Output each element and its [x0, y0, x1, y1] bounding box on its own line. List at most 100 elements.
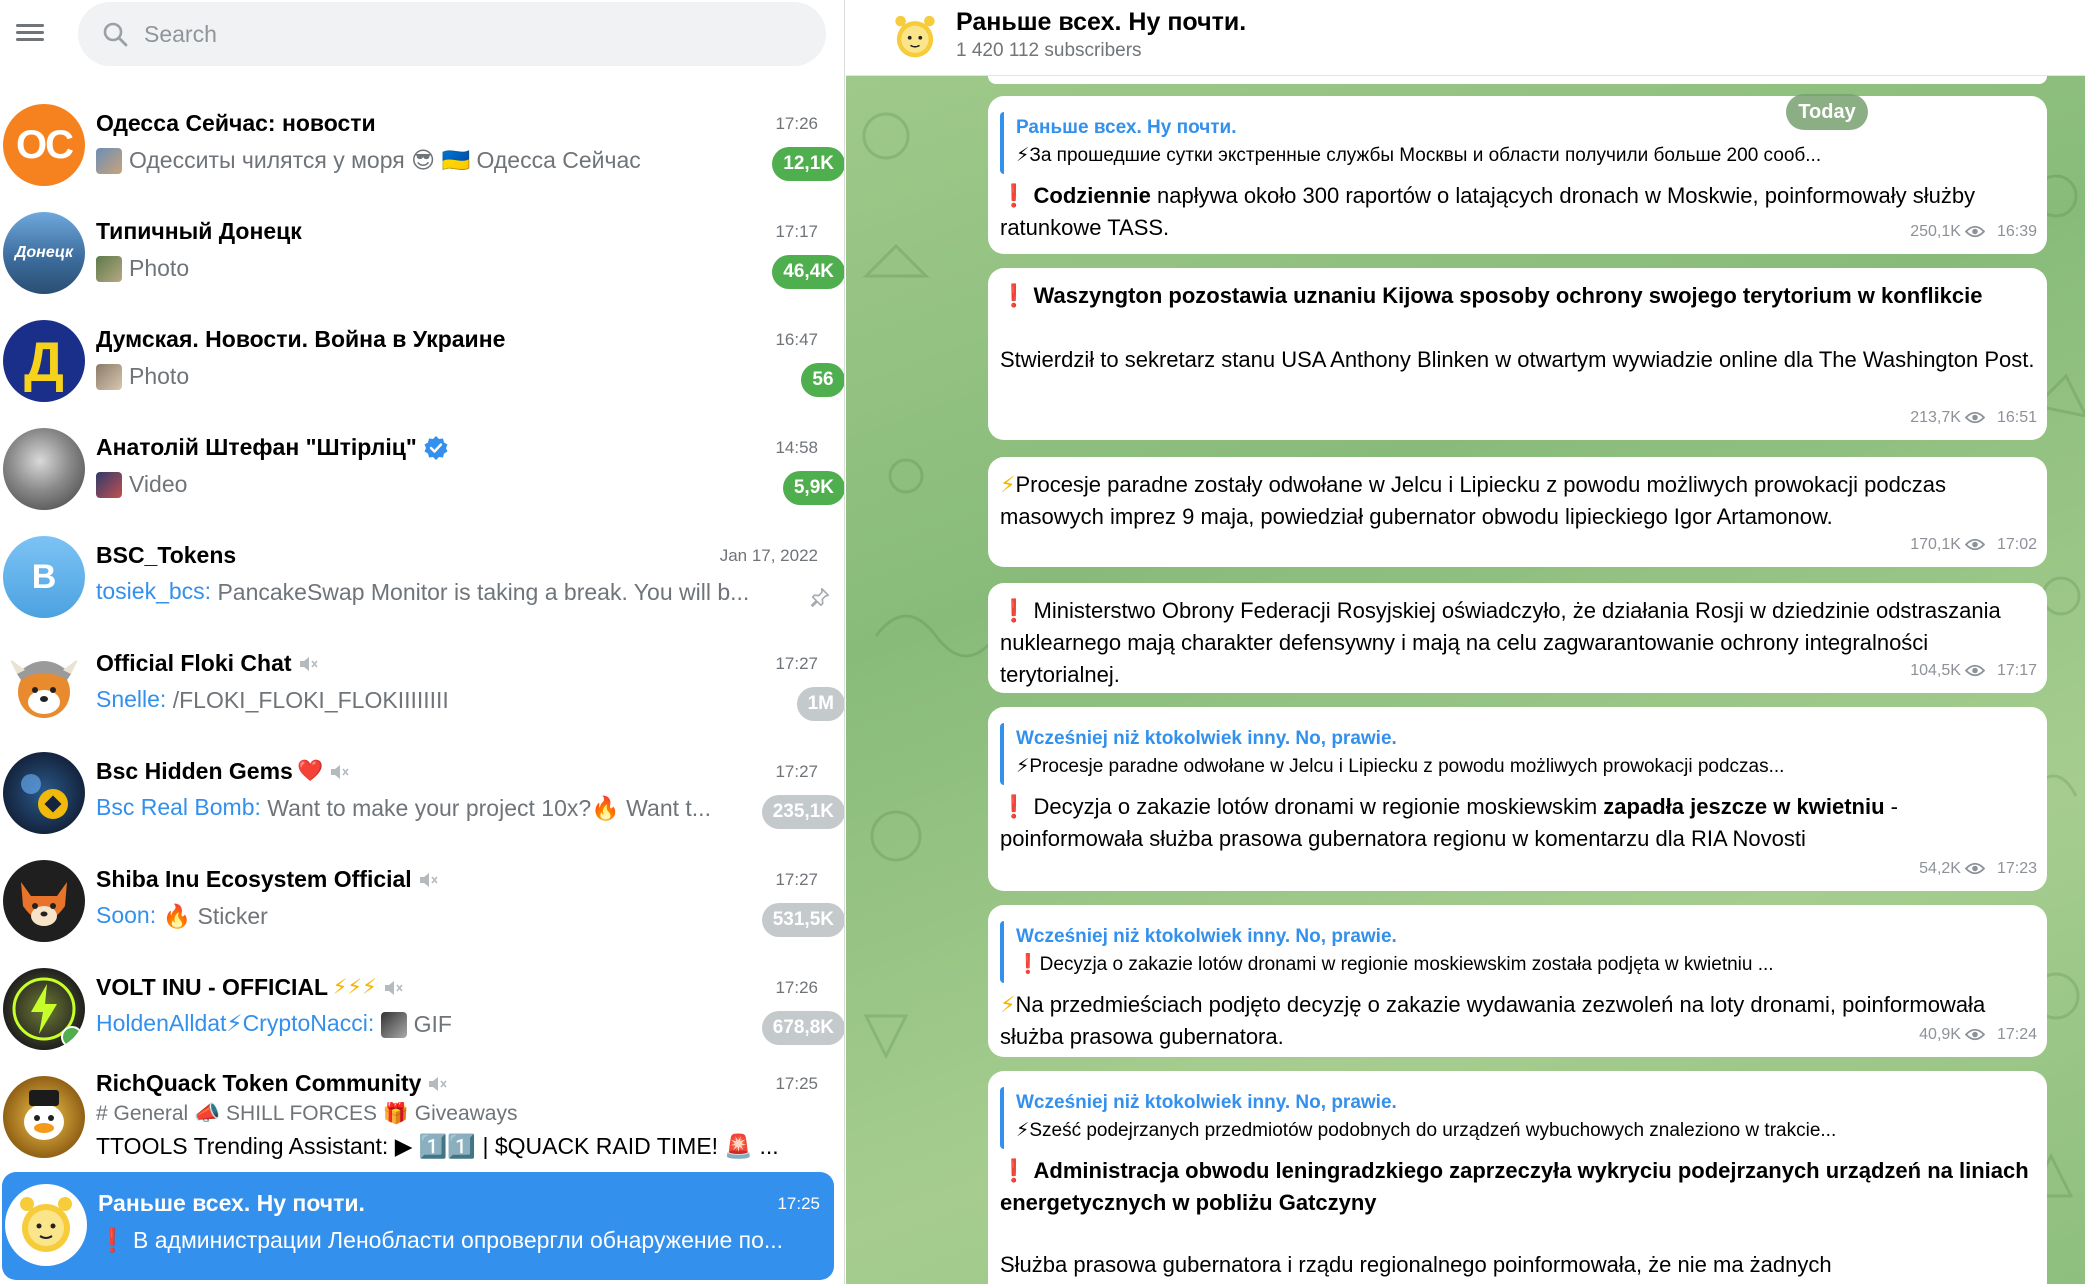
eye-icon: [1964, 1029, 1985, 1041]
avatar-label: Донецк: [14, 244, 74, 261]
post-time: 17:17: [1996, 662, 2037, 679]
message-sender: Snelle:: [96, 686, 167, 712]
eye-icon: [1964, 412, 1985, 424]
chat-preview: Photo: [129, 255, 190, 282]
gif-thumbnail: [380, 1011, 407, 1038]
channel-post[interactable]: ❗ Ministerstwo Obrony Federacji Rosyjski…: [988, 583, 2047, 693]
chat-item-anatoliy-shtefan[interactable]: Анатолій Штефан "Штірліц" 14:58 Video 5,9…: [0, 416, 844, 524]
hamburger-menu-icon[interactable]: [14, 20, 46, 48]
chat-preview: GIF: [413, 1011, 452, 1038]
reply-quote[interactable]: Wcześniej niż ktokolwiek inny. No, prawi…: [1000, 921, 2035, 983]
eye-icon: [1964, 665, 1985, 677]
post-headline: ❗ Waszyngton pozostawia uznaniu Kijowa s…: [1000, 280, 2035, 312]
post-body: Stwierdził to sekretarz stanu USA Anthon…: [1000, 347, 2035, 372]
chat-item-bsc-tokens[interactable]: B BSC_Tokens Jan 17, 2022 tosiek_bcs: Pan…: [0, 524, 844, 632]
avatar: B: [3, 536, 85, 618]
eye-icon: [1964, 226, 1985, 238]
chat-item-official-floki-chat[interactable]: Official Floki Chat 17:27 Snelle: /FLOKI_…: [0, 632, 844, 740]
post-bold-text: zapadła jeszcze w kwietniu: [1603, 794, 1885, 819]
post-time: 17:02: [1996, 536, 2037, 553]
post-text: ⚡Na przedmieściach podjęto decyzję o zak…: [1000, 989, 2035, 1053]
avatar: [3, 860, 85, 942]
chat-time: 17:27: [775, 870, 818, 889]
search-box[interactable]: [78, 2, 826, 66]
channel-post[interactable]: Раньше всех. Ну почти. ⚡За прошедшие сут…: [988, 96, 2047, 254]
message-sender: tosiek_bcs:: [96, 578, 212, 604]
avatar-letter: Д: [24, 329, 64, 393]
post-bold-text: Waszyngton pozostawia uznaniu Kijowa spo…: [1033, 283, 1983, 308]
search-input[interactable]: [144, 2, 794, 66]
exclamation-icon: ❗: [1000, 183, 1028, 208]
reply-quote[interactable]: Wcześniej niż ktokolwiek inny. No, prawi…: [1000, 1087, 2035, 1149]
view-count: 170,1K: [1910, 536, 1961, 553]
chat-item-ranshe-vsekh-selected[interactable]: Раньше всех. Ну почти. 17:25 ❗ В админист…: [2, 1172, 834, 1280]
reply-quote[interactable]: Раньше всех. Ну почти. ⚡За прошедшие сут…: [1000, 112, 2035, 174]
reply-quote-title: Wcześniej niż ktokolwiek inny. No, prawi…: [1016, 728, 1397, 749]
chat-title: RichQuack Token Community: [96, 1070, 422, 1096]
channel-post[interactable]: Wcześniej niż ktokolwiek inny. No, prawi…: [988, 1071, 2047, 1284]
chat-header[interactable]: Раньше всех. Ну почти. 1 420 112 subscri…: [846, 0, 2085, 76]
muted-icon: [384, 980, 403, 995]
heart-icon: ❤️: [297, 759, 324, 783]
chat-time: 17:25: [775, 1074, 818, 1093]
shiba-dog-icon: [21, 882, 67, 926]
reply-quote[interactable]: Wcześniej niż ktokolwiek inny. No, prawi…: [1000, 723, 2035, 785]
channel-post[interactable]: Wcześniej niż ktokolwiek inny. No, prawi…: [988, 905, 2047, 1057]
chat-item-bsc-hidden-gems[interactable]: Bsc Hidden Gems ❤️ 17:27 Bsc Real Bomb: W…: [0, 740, 844, 848]
verified-icon: [424, 435, 448, 460]
chat-preview: ❗ В администрации Ленобласти опровергли …: [98, 1227, 784, 1254]
chat-item-dumskaya[interactable]: Д Думская. Новости. Война в Украине 16:47…: [0, 308, 844, 416]
muted-icon: [299, 656, 318, 671]
channel-post[interactable]: Wcześniej niż ktokolwiek inny. No, prawi…: [988, 707, 2047, 891]
eye-icon: [1964, 863, 1985, 875]
avatar: OC: [3, 104, 85, 186]
view-count: 54,2K: [1919, 860, 1961, 877]
chat-time: 14:58: [775, 438, 818, 457]
chat-preview: Want to make your project 10x?🔥 Want t..…: [267, 795, 711, 822]
chat-list-sidebar: OC Одесса Сейчас: новости 17:26 Одесситы …: [0, 0, 845, 1284]
lightning-icon: ⚡⚡⚡: [332, 976, 377, 999]
reply-quote-text: ⚡За прошедшие сутки экстренные службы Мо…: [1016, 145, 1822, 166]
chat-time: 17:26: [775, 978, 818, 997]
chat-preview: TTOOLS Trending Assistant: ▶ 1️⃣1️⃣ | $Q…: [96, 1133, 779, 1160]
post-text: ❗ Ministerstwo Obrony Federacji Rosyjski…: [1000, 595, 2035, 691]
pin-icon: [810, 587, 830, 607]
chat-item-richquack-community[interactable]: RichQuack Token Community 17:25 # General…: [0, 1064, 844, 1178]
unread-badge: 12,1K: [772, 147, 844, 181]
exclamation-icon: ❗: [1000, 283, 1028, 308]
avatar-initial: B: [31, 557, 57, 596]
post-meta: 170,1K 17:02: [1910, 529, 2037, 561]
floki-dog-icon: [9, 658, 79, 718]
channel-post[interactable]: ❗ Waszyngton pozostawia uznaniu Kijowa s…: [988, 268, 2047, 440]
post-text: ❗ Codziennie napływa około 300 raportów …: [1000, 180, 2035, 244]
search-icon: [103, 22, 128, 47]
channel-avatar[interactable]: [884, 6, 946, 68]
reply-quote-text: ⚡Sześć podejrzanych przedmiotów podobnyc…: [1016, 1120, 1837, 1141]
muted-icon: [419, 872, 438, 887]
chat-preview: /FLOKI_FLOKI_FLOKIIIIIIII: [172, 687, 449, 714]
chat-title: VOLT INU - OFFICIAL: [96, 974, 329, 1000]
post-text: ⚡Procesje paradne zostały odwołane w Jel…: [1000, 469, 2035, 533]
sidebar-header: [0, 0, 844, 92]
previous-message-edge: [988, 76, 2047, 84]
duck-icon: [24, 1090, 64, 1140]
post-text: ❗ Decyzja o zakazie lotów dronami w regi…: [1000, 791, 2035, 855]
unread-badge: 56: [801, 363, 844, 397]
chat-item-odessa[interactable]: OC Одесса Сейчас: новости 17:26 Одесситы …: [0, 92, 844, 200]
chat-item-volt-inu-official[interactable]: VOLT INU - OFFICIAL ⚡⚡⚡ 17:26 HoldenAllda…: [0, 956, 844, 1064]
chat-preview: 🔥 Sticker: [162, 903, 268, 930]
reply-quote-title: Wcześniej niż ktokolwiek inny. No, prawi…: [1016, 1092, 1397, 1113]
avatar: [3, 428, 85, 510]
channel-post[interactable]: ⚡Procesje paradne zostały odwołane w Jel…: [988, 457, 2047, 567]
post-body: Procesje paradne zostały odwołane w Jelc…: [1000, 472, 1947, 529]
chat-item-donetsk[interactable]: Донецк Типичный Донецк 17:17 Photo 46,4K: [0, 200, 844, 308]
chat-title: Bsc Hidden Gems: [96, 758, 293, 784]
reply-quote-text: ⚡Procesje paradne odwołane w Jelcu i Lip…: [1016, 756, 1785, 777]
chat-time: 17:26: [775, 114, 818, 133]
post-body: Na przedmieściach podjęto decyzję o zaka…: [1000, 992, 1986, 1049]
chat-item-shiba-inu-ecosystem[interactable]: Shiba Inu Ecosystem Official 17:27 Soon: …: [0, 848, 844, 956]
unread-badge: 46,4K: [772, 255, 844, 289]
reply-quote-title: Wcześniej niż ktokolwiek inny. No, prawi…: [1016, 926, 1397, 947]
exclamation-icon: ❗: [1000, 598, 1028, 623]
reply-quote-title: Раньше всех. Ну почти.: [1016, 117, 1237, 138]
